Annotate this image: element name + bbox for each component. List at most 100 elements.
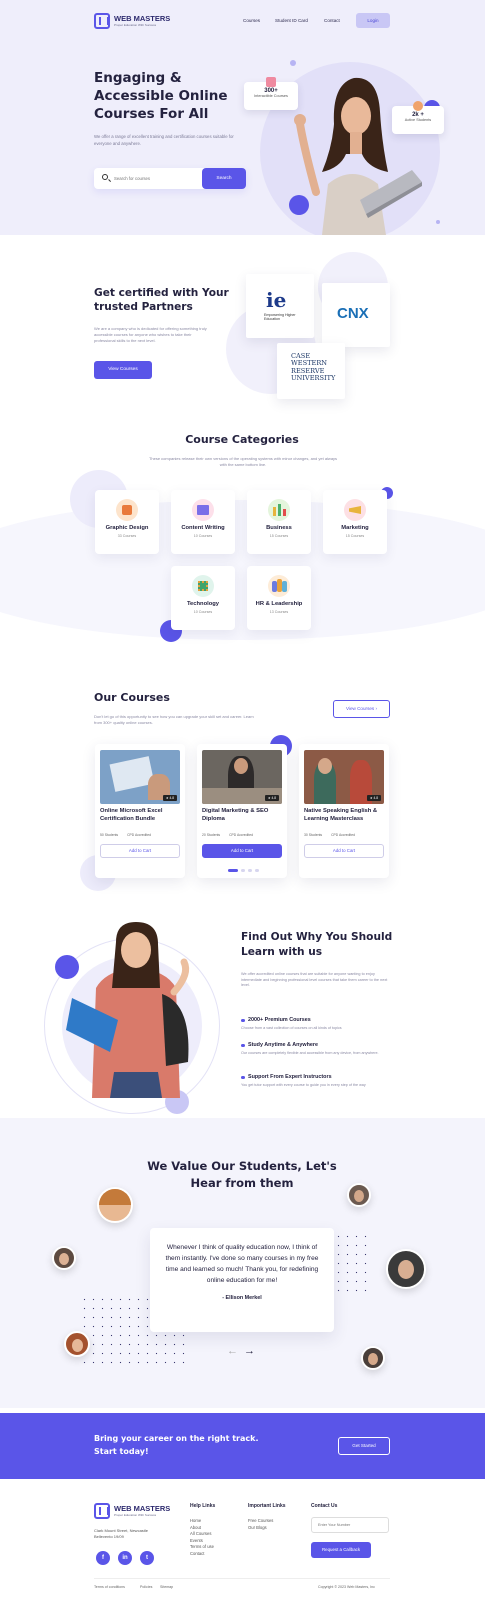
brand-tagline: Proper Education With Success	[114, 1513, 157, 1517]
megaphone-icon	[344, 499, 366, 521]
partner-card-ie[interactable]: ie Empowering Higher Education	[246, 274, 314, 338]
category-card-graphic-design[interactable]: Graphic Design 33 Courses	[95, 490, 159, 554]
request-callback-button[interactable]: Request a Callback	[311, 1542, 371, 1558]
sitemap-link[interactable]: Sitemap	[160, 1585, 173, 1589]
get-started-button[interactable]: Get Started	[338, 1437, 390, 1455]
student-avatar[interactable]	[386, 1249, 426, 1289]
category-count: 15 Courses	[269, 534, 289, 538]
student-avatar[interactable]	[361, 1346, 385, 1370]
carousel-dot[interactable]	[248, 869, 252, 872]
category-card-hr-leadership[interactable]: HR & Leadership 13 Courses	[247, 566, 311, 630]
courses-title: Our Courses	[94, 691, 170, 704]
stat-courses-label: Interactible Courses	[254, 94, 288, 98]
categories-description: These companies release their own versio…	[148, 456, 338, 467]
testimonial-quote: Whenever I think of quality education no…	[165, 1244, 319, 1284]
accreditation: CPD Accredited	[127, 833, 151, 837]
footer-link-free-courses[interactable]: Free Courses	[248, 1518, 273, 1525]
team-icon	[268, 575, 290, 597]
category-card-technology[interactable]: Technology 10 Courses	[171, 566, 235, 630]
category-name: Marketing	[341, 525, 369, 531]
categories-title: Course Categories	[185, 433, 299, 446]
cnx-logo: CNX	[337, 305, 369, 322]
students-count: 50 Students	[100, 833, 119, 837]
add-to-cart-button[interactable]: Add to Cart	[202, 844, 282, 858]
footer-link-events[interactable]: Events	[190, 1538, 214, 1545]
category-card-marketing[interactable]: Marketing 15 Courses	[323, 490, 387, 554]
student-avatar[interactable]	[97, 1187, 133, 1223]
login-button[interactable]: Login	[356, 13, 390, 28]
student-avatar[interactable]	[52, 1246, 76, 1270]
add-to-cart-button[interactable]: Add to Cart	[304, 844, 384, 858]
nav-student-id-card[interactable]: Student ID Card	[275, 18, 308, 23]
phone-number-input[interactable]	[311, 1517, 389, 1533]
page: WEB MASTERS Proper Education With Succes…	[0, 0, 485, 1600]
carousel-dot[interactable]	[255, 869, 259, 872]
why-title: Find Out Why You Should Learn with us	[241, 931, 393, 958]
category-count: 10 Courses	[193, 610, 213, 614]
view-all-courses-button[interactable]: View Courses ›	[333, 700, 390, 718]
category-card-content-writing[interactable]: Content Writing 10 Courses	[171, 490, 235, 554]
help-links-heading: Help Links	[190, 1503, 216, 1509]
category-name: Content Writing	[181, 525, 225, 531]
nav-courses[interactable]: Courses	[243, 18, 260, 23]
logo-icon	[94, 1503, 110, 1519]
footer-link-terms[interactable]: Terms of use	[190, 1544, 214, 1551]
categories-backdrop	[0, 500, 485, 640]
testimonial-author: - Ellison Merkel	[222, 1295, 262, 1301]
decor-dot	[436, 220, 440, 224]
course-meta: 30 Students CPD Accredited	[304, 833, 386, 837]
students-count: 30 Students	[304, 833, 323, 837]
copyright-text: Copyright © 2023 Web Masters, Inc	[318, 1585, 375, 1589]
brand-name: WEB MASTERS	[114, 1504, 171, 1513]
footer-link-about[interactable]: About	[190, 1525, 214, 1532]
help-links-list: Home About All Courses Events Terms of u…	[190, 1518, 214, 1558]
footer-link-all-courses[interactable]: All Courses	[190, 1531, 214, 1538]
logo-icon	[94, 13, 110, 29]
book-icon	[266, 77, 276, 87]
footer-link-blogs[interactable]: Our Blogs	[248, 1525, 273, 1532]
logo[interactable]: WEB MASTERS Proper Education With Succes…	[94, 13, 170, 29]
course-image: ★ 4.8	[100, 750, 180, 804]
chart-icon	[268, 499, 290, 521]
why-point-anytime: Study Anytime & Anywhere Our courses are…	[241, 1042, 391, 1056]
policies-link[interactable]: Policies	[140, 1585, 152, 1589]
partners-description: We are a company who is dedicated for of…	[94, 326, 207, 343]
footer-link-home[interactable]: Home	[190, 1518, 214, 1525]
search-button[interactable]: Search	[202, 168, 246, 189]
category-name: Graphic Design	[105, 525, 149, 531]
search-input[interactable]	[114, 172, 194, 185]
facebook-icon[interactable]: f	[96, 1551, 110, 1565]
nav-contact[interactable]: Contact	[324, 18, 340, 23]
carousel-dot-active[interactable]	[228, 869, 238, 872]
category-count: 13 Courses	[269, 610, 289, 614]
course-card-digital-marketing[interactable]: ★ 4.8 Digital Marketing & SEO Diploma 20…	[197, 744, 287, 878]
category-card-business[interactable]: Business 15 Courses	[247, 490, 311, 554]
twitter-icon[interactable]: t	[140, 1551, 154, 1565]
prev-arrow-icon[interactable]: ←	[227, 1345, 238, 1357]
course-card-excel[interactable]: ★ 4.8 Online Microsoft Excel Certificati…	[95, 744, 185, 878]
view-courses-button[interactable]: View Courses	[94, 361, 152, 379]
important-links-list: Free Courses Our Blogs	[248, 1518, 273, 1531]
decor-dot	[290, 60, 296, 66]
why-point-title: Study Anytime & Anywhere	[241, 1042, 391, 1048]
student-avatar[interactable]	[347, 1183, 371, 1207]
partners-title: Get certified with Your trusted Partners	[94, 287, 229, 313]
brand-tagline: Proper Education With Success	[114, 23, 157, 27]
carousel-dot[interactable]	[241, 869, 245, 872]
linkedin-icon[interactable]: in	[118, 1551, 132, 1565]
terms-link[interactable]: Terms of conditions	[94, 1585, 125, 1589]
course-rating: ★ 4.8	[162, 795, 177, 801]
course-rating: ★ 4.8	[264, 795, 279, 801]
course-card-english[interactable]: ★ 4.8 Native Speaking English & Learning…	[299, 744, 389, 878]
footer-logo[interactable]: WEB MASTERS Proper Education With Succes…	[94, 1503, 170, 1519]
next-arrow-icon[interactable]: →	[244, 1345, 255, 1357]
why-point-text: Choose from a vast collection of courses…	[241, 1026, 342, 1030]
partner-card-case-western[interactable]: CASE WESTERN RESERVE UNIVERSITY	[277, 343, 345, 399]
partner-card-cnx[interactable]: CNX	[322, 283, 390, 347]
add-to-cart-button[interactable]: Add to Cart	[100, 844, 180, 858]
student-avatar[interactable]	[64, 1331, 90, 1357]
course-title: Online Microsoft Excel Certification Bun…	[100, 808, 163, 822]
footer-link-contact[interactable]: Contact	[190, 1551, 214, 1558]
footer-divider	[94, 1578, 390, 1579]
student-girl-image	[66, 922, 190, 1098]
